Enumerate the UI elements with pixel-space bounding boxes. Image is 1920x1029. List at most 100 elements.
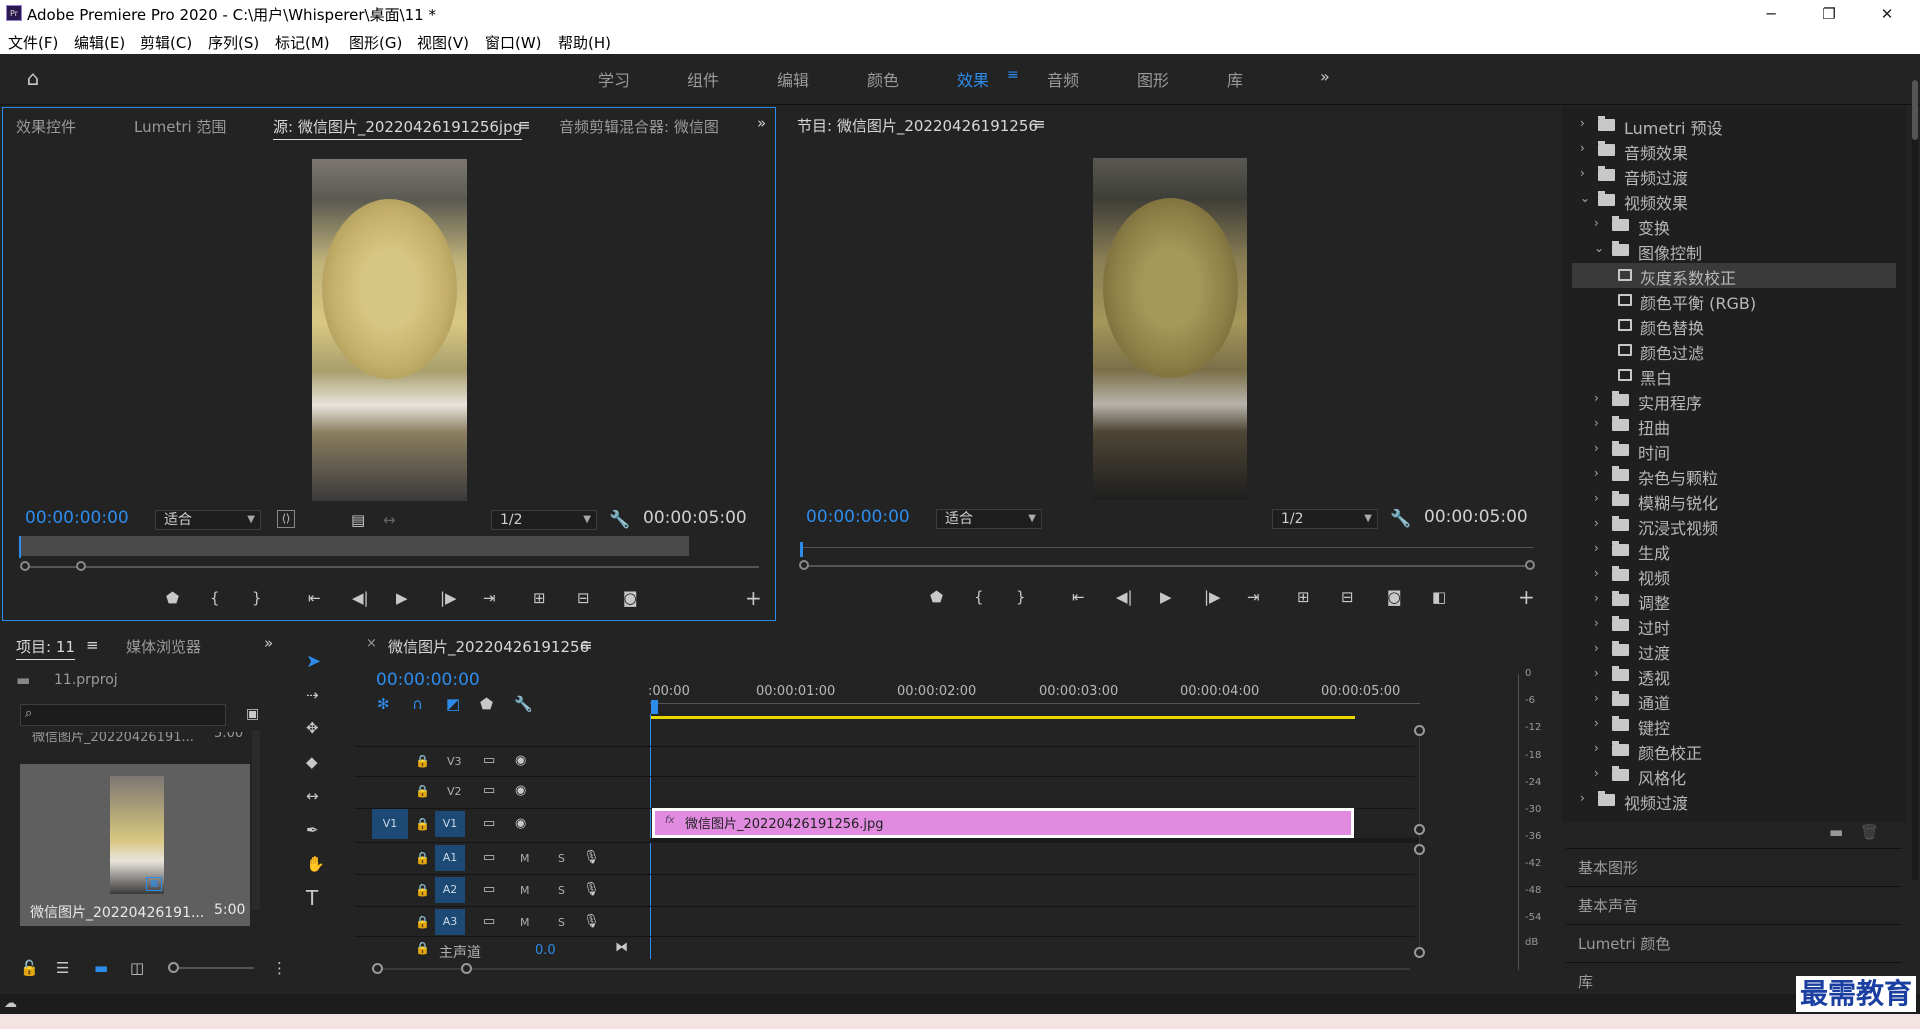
- effects-tree-item[interactable]: › 调整: [1572, 588, 1896, 613]
- film-icon[interactable]: ▤: [351, 510, 365, 530]
- freeform-view-icon[interactable]: ◫: [130, 958, 144, 978]
- track-target-a2[interactable]: A2: [435, 877, 465, 903]
- effects-tree-item[interactable]: › 时间: [1572, 438, 1896, 463]
- zoom-handle-left[interactable]: [799, 560, 809, 570]
- panel-essential-sound[interactable]: 基本声音: [1566, 886, 1902, 922]
- sync-lock-icon[interactable]: ▭: [483, 912, 495, 932]
- effects-tree-item[interactable]: › 扭曲: [1572, 413, 1896, 438]
- add-button-icon[interactable]: +: [745, 588, 762, 608]
- tab-program[interactable]: 节目: 微信图片_20220426191256: [797, 115, 1038, 136]
- workspace-assembly[interactable]: 组件: [687, 67, 719, 91]
- snap-icon[interactable]: ∩: [412, 694, 423, 714]
- tab-project-menu-icon[interactable]: ≡: [86, 636, 99, 654]
- h-zoom-handle[interactable]: [372, 963, 383, 974]
- program-time-ruler[interactable]: [800, 547, 1534, 548]
- source-playhead[interactable]: [19, 536, 21, 558]
- track-target-a1[interactable]: A1: [435, 845, 465, 871]
- chevron-right-icon[interactable]: ›: [1594, 541, 1606, 555]
- effects-tree-item[interactable]: › 键控: [1572, 713, 1896, 738]
- chevron-right-icon[interactable]: ›: [1594, 516, 1606, 530]
- source-timecode[interactable]: 00:00:00:00: [25, 508, 129, 528]
- panel-lumetri-color[interactable]: Lumetri 颜色: [1566, 924, 1902, 960]
- wrench-icon[interactable]: 🔧: [514, 694, 533, 714]
- nest-icon[interactable]: ✻: [377, 694, 390, 714]
- sync-lock-icon[interactable]: ▭: [483, 781, 495, 801]
- lock-icon[interactable]: 🔓: [20, 958, 39, 978]
- lift-icon[interactable]: ⊞: [1297, 587, 1310, 607]
- tab-source-menu-icon[interactable]: ≡: [518, 116, 531, 134]
- microphone-icon[interactable]: 🎙: [583, 880, 600, 900]
- chevron-right-icon[interactable]: ›: [1594, 716, 1606, 730]
- new-bin-icon[interactable]: ▬: [1829, 822, 1843, 842]
- effects-scrollbar[interactable]: [1912, 80, 1918, 880]
- source-resolution-select[interactable]: 1/2 ▼: [491, 510, 597, 530]
- solo-button[interactable]: S: [558, 852, 565, 865]
- chevron-right-icon[interactable]: ›: [1594, 691, 1606, 705]
- close-tab-icon[interactable]: ×: [366, 636, 377, 651]
- wrench-icon[interactable]: 🔧: [609, 510, 630, 530]
- sync-lock-icon[interactable]: ▭: [483, 814, 495, 834]
- zoom-handle-right[interactable]: [76, 561, 86, 571]
- effects-tree-item[interactable]: 颜色过滤: [1572, 338, 1896, 363]
- hand-tool-icon[interactable]: ✋: [306, 854, 325, 874]
- list-view-icon[interactable]: ☰: [56, 958, 69, 978]
- menu-clip[interactable]: 剪辑(C): [140, 32, 192, 53]
- effects-tree-item[interactable]: ⌄ 视频效果: [1572, 188, 1896, 213]
- step-back-icon[interactable]: ◀|: [1116, 587, 1133, 607]
- pen-tool-icon[interactable]: ✒: [306, 820, 319, 840]
- effects-tree-item[interactable]: › 生成: [1572, 538, 1896, 563]
- project-search-input[interactable]: ⌕: [20, 704, 226, 726]
- program-fit-select[interactable]: 适合 ▼: [936, 509, 1042, 529]
- menu-file[interactable]: 文件(F): [8, 32, 58, 53]
- delete-icon[interactable]: 🗑: [1860, 822, 1879, 842]
- workspace-libraries[interactable]: 库: [1227, 67, 1243, 91]
- chevron-right-icon[interactable]: ›: [1594, 591, 1606, 605]
- selection-tool-icon[interactable]: ➤: [306, 652, 321, 672]
- source-zoom-bar[interactable]: [23, 566, 759, 568]
- slip-tool-icon[interactable]: ↔: [306, 786, 319, 806]
- effects-tree-item[interactable]: › 音频效果: [1572, 138, 1896, 163]
- type-tool-icon[interactable]: T: [306, 888, 318, 908]
- linked-selection-icon[interactable]: ◩: [446, 694, 460, 714]
- chevron-right-icon[interactable]: ›: [1594, 566, 1606, 580]
- lock-icon[interactable]: 🔒: [415, 814, 430, 834]
- menu-marker[interactable]: 标记(M): [275, 32, 330, 53]
- effects-tree-item[interactable]: › 视频过渡: [1572, 788, 1896, 813]
- extract-icon[interactable]: ⊟: [1341, 587, 1354, 607]
- v-zoom-handle[interactable]: [1414, 844, 1425, 855]
- drag-audio-icon[interactable]: ↔: [383, 510, 396, 530]
- sync-lock-icon[interactable]: ▭: [483, 848, 495, 868]
- step-forward-icon[interactable]: |▶: [440, 588, 457, 608]
- step-forward-icon[interactable]: |▶: [1204, 587, 1221, 607]
- mark-out-icon[interactable]: }: [252, 588, 262, 608]
- eye-icon[interactable]: ◉: [515, 781, 526, 801]
- effects-tree-item[interactable]: › 视频: [1572, 563, 1896, 588]
- menu-help[interactable]: 帮助(H): [558, 32, 611, 53]
- go-to-in-icon[interactable]: ⇤: [1072, 587, 1085, 607]
- effects-tree-item[interactable]: › 颜色校正: [1572, 738, 1896, 763]
- menu-view[interactable]: 视图(V): [417, 32, 469, 53]
- menu-window[interactable]: 窗口(W): [485, 32, 542, 53]
- mute-button[interactable]: M: [520, 852, 530, 865]
- tab-lumetri-scopes[interactable]: Lumetri 范围: [134, 116, 226, 137]
- program-zoom-bar[interactable]: [800, 565, 1530, 567]
- workspace-effects[interactable]: 效果: [957, 67, 989, 91]
- export-frame-icon[interactable]: ◙: [623, 588, 638, 608]
- track-target-a3[interactable]: A3: [435, 909, 465, 935]
- tab-effect-controls[interactable]: 效果控件: [16, 116, 76, 137]
- project-scrollbar[interactable]: [252, 730, 260, 910]
- tab-audio-clip-mixer[interactable]: 音频剪辑混合器: 微信图: [559, 116, 731, 137]
- source-fit-select[interactable]: 适合 ▼: [155, 510, 261, 530]
- solo-button[interactable]: S: [558, 884, 565, 897]
- sync-lock-icon[interactable]: ▭: [483, 880, 495, 900]
- add-marker-icon[interactable]: ⬟: [166, 588, 179, 608]
- eye-icon[interactable]: ◉: [515, 751, 526, 771]
- go-to-in-icon[interactable]: ⇤: [308, 588, 321, 608]
- chevron-right-icon[interactable]: ›: [1594, 491, 1606, 505]
- timeline-clip[interactable]: fx 微信图片_20220426191256.jpg: [652, 808, 1354, 838]
- go-to-out-icon[interactable]: ⇥: [1247, 587, 1260, 607]
- workspace-color[interactable]: 颜色: [867, 67, 899, 91]
- track-select-tool-icon[interactable]: ⇢: [306, 685, 319, 705]
- tab-source[interactable]: 源: 微信图片_20220426191256jpg: [273, 116, 523, 140]
- chevron-right-icon[interactable]: ›: [1594, 666, 1606, 680]
